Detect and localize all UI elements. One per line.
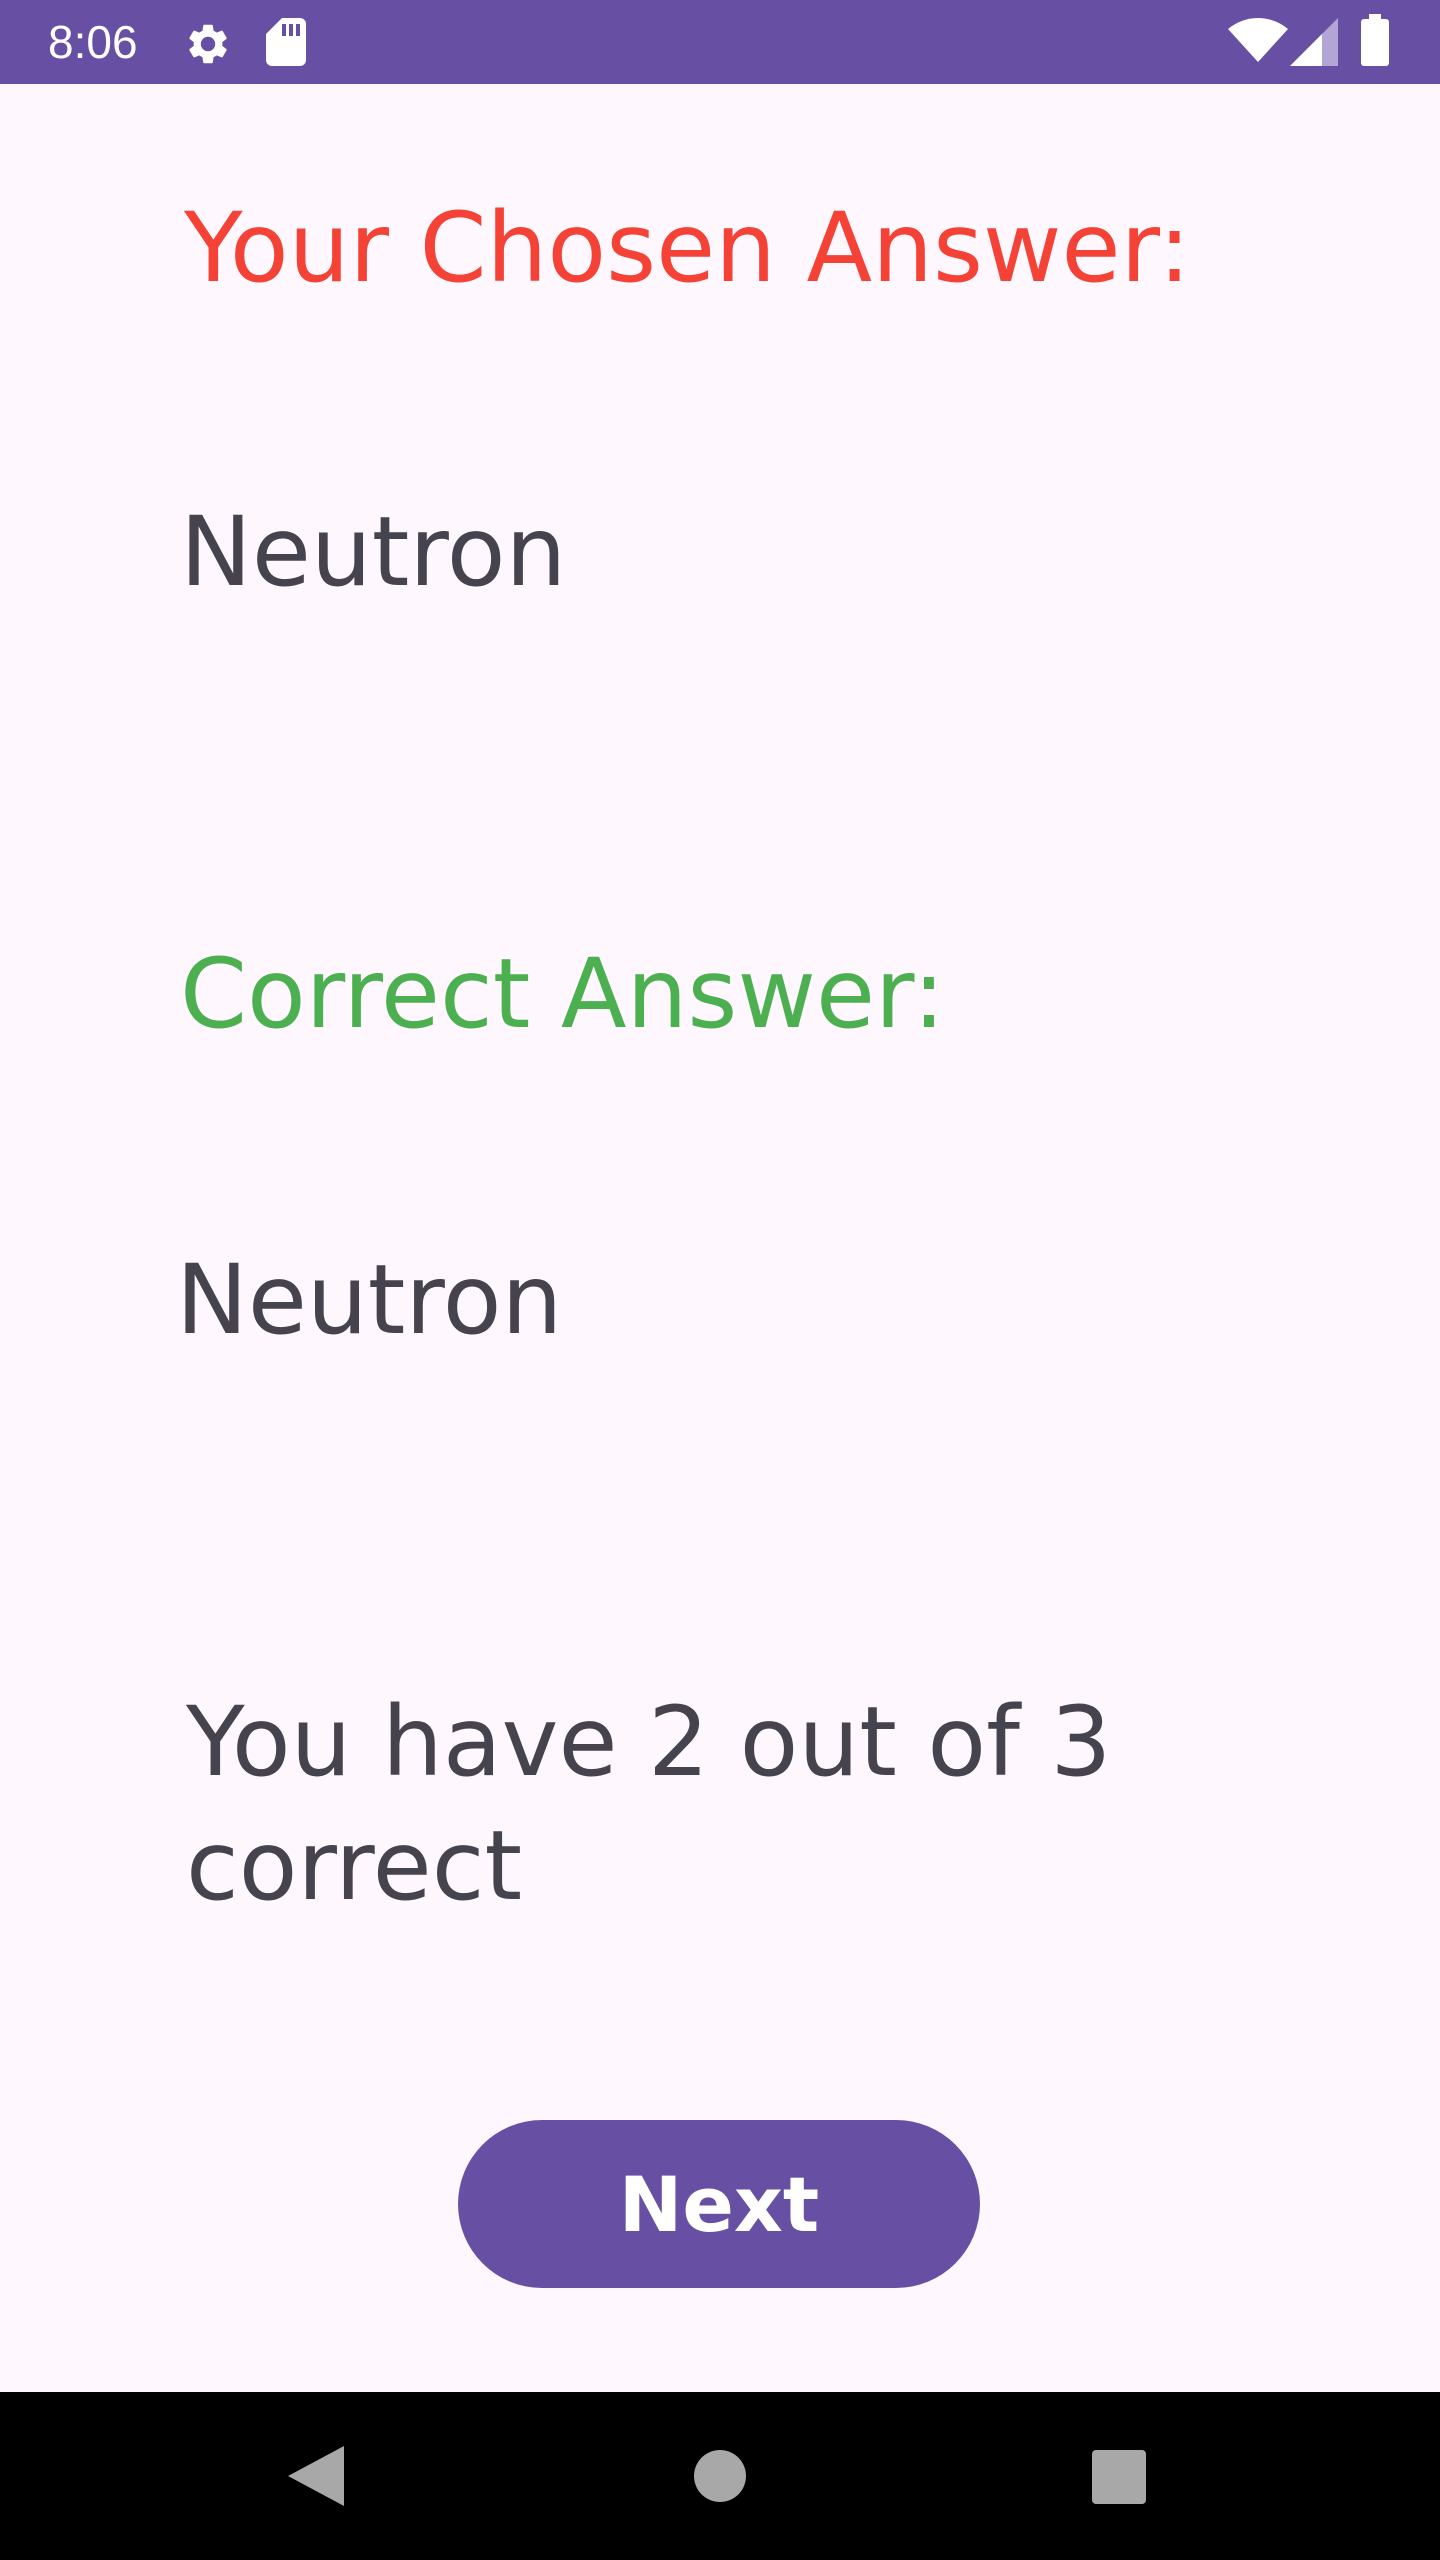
- status-time: 8:06: [48, 16, 138, 68]
- status-bar: 8:06: [0, 0, 1440, 84]
- gear-icon: [189, 24, 227, 64]
- signal-icon: [1290, 18, 1338, 66]
- next-button[interactable]: Next: [458, 2120, 980, 2288]
- correct-answer-label: Correct Answer:: [180, 938, 946, 1050]
- quiz-result-screen: 8:06 Your Chosen Answer: Neutron Correct…: [0, 0, 1440, 2560]
- wifi-icon: [1228, 18, 1288, 62]
- battery-icon: [1361, 14, 1389, 66]
- home-icon[interactable]: [694, 2450, 746, 2502]
- chosen-answer-label: Your Chosen Answer:: [184, 192, 1191, 304]
- chosen-answer-value: Neutron: [180, 496, 567, 608]
- navigation-bar: [0, 2392, 1440, 2560]
- recents-icon[interactable]: [1092, 2450, 1146, 2504]
- score-text: You have 2 out of 3 correct: [186, 1686, 1112, 1922]
- sd-card-icon: [266, 18, 306, 66]
- correct-answer-value: Neutron: [176, 1244, 563, 1356]
- back-icon[interactable]: [288, 2446, 344, 2506]
